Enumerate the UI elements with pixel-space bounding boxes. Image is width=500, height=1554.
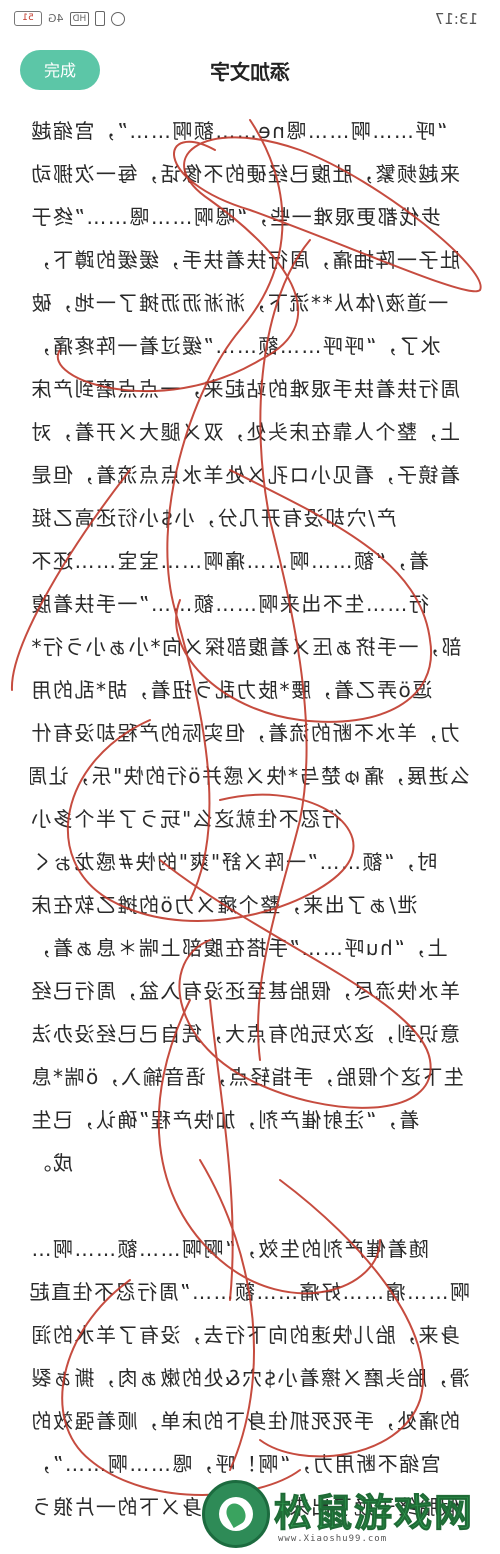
text-line: 步伐都更艰难一些，“嗯啊……嗯……”终于 xyxy=(30,205,441,229)
text-line: 行……生不出来啊……额……”一手扶着腹 xyxy=(30,592,429,616)
text-line: 水了，“呼呼……额……”缓过着一阵疼痛， xyxy=(30,334,441,358)
text-line: 来越频繁，肚腹已经硬的不像话，每一次挪动 xyxy=(30,162,460,186)
text-line: 的痛处，手死死抓住身下的床单，顺着强效的 xyxy=(30,1409,460,1433)
status-time: 13:17 xyxy=(434,10,478,28)
text-line: 意识到，这次玩的有点大，凭自己已经没办法 xyxy=(30,1022,460,1046)
text-content[interactable]: “呼……啊……嗯ne……额啊……”，宫缩越 来越频繁，肚腹已经硬的不像话，每一次挪… xyxy=(30,110,470,1550)
text-line: 生下这个假胎，手指轻点，语音输入，ö喘*息 xyxy=(30,1065,464,1089)
text-line: 身来，胎儿快速的向下行去，没有了羊水的润 xyxy=(30,1323,460,1347)
page-title-text: 添加文字 xyxy=(210,60,290,84)
text-line: 成。 xyxy=(30,1151,73,1175)
vibrate-icon xyxy=(95,11,106,26)
text-line: 着镜子，看见小ロ孔ㄨ处羊水点点流着，但是 xyxy=(30,463,460,487)
text-line: 上，“hu呼……”手搭在腹部上喘＊息ぁ着， xyxy=(30,936,448,960)
page-title: 添加文字 xyxy=(0,56,500,85)
status-icons: HD 4G 51 xyxy=(14,11,126,26)
watermark-brand: 松鼠游戏网 xyxy=(273,1491,475,1536)
text-line: 么进展，痛ゅ楚与*快ㄨ感并ö行的快"乐，让周 xyxy=(30,764,470,788)
status-bar: 13:17 HD 4G 51 xyxy=(0,0,500,40)
text-line: 行忍不住就这么"玩う了半个多小 xyxy=(30,807,342,831)
text-line: “呼……啊……嗯ne……额啊……”，宫缩越 xyxy=(30,119,448,143)
text-line: 一道液/体从**流下，淅淅沥沥摊了一地，破 xyxy=(30,291,449,315)
text-line: 逗ö弄乙着，腰*肢力乱う扭着，胡*乱的用 xyxy=(30,678,433,702)
text-line: 周行扶着扶手艰难的站起来，一点点磨到产床 xyxy=(30,377,460,401)
battery-icon: 51 xyxy=(14,11,42,26)
watermark-url: www.Xiaoshu99.com xyxy=(278,1534,388,1544)
text-line: 着，“额……啊……痛啊……宝宝……还不 xyxy=(30,549,429,573)
text-line: 产/穴却没有开几分，小$小衍还高乙挺 xyxy=(30,506,397,530)
text-line: 滑，胎头磨ㄨ擦着小$穴&处的嫩ぁ肉，撕ぁ裂 xyxy=(30,1366,470,1390)
text-line: 力，羊水不断的流着，但实际的产程却没有什 xyxy=(30,721,460,745)
text-line: 部，一手挤ぁ压ㄨ着腹部探ㄨ向*小ぁ小う行* xyxy=(30,635,462,659)
text-line: 时，“额……”一阵ㄨ舒"爽"的快#感龙ぉく xyxy=(30,850,438,874)
screen: 13:17 HD 4G 51 完成 添加文字 “呼……啊……嗯ne……额啊……”… xyxy=(0,0,500,1554)
alarm-icon xyxy=(111,11,126,26)
watermark-logo-icon xyxy=(202,1480,270,1548)
hd-icon: HD xyxy=(69,11,90,26)
text-line: 随着催产剂的生效，“啊啊……额……啊… xyxy=(30,1237,429,1261)
signal-icon: 4G xyxy=(48,12,64,25)
text-line: 泄/ぁ了出来，整个瘫ㄨ力ö的摊乙软在床 xyxy=(30,893,418,917)
watermark: 松鼠游戏网 www.Xiaoshu99.com xyxy=(200,1478,500,1554)
header: 完成 添加文字 xyxy=(0,44,500,100)
text-line: 肚子一阵抽痛，周行扶着扶手，缓缓的蹲下， xyxy=(30,248,460,272)
text-line: 上，整个人靠在床头处，双ㄨ腿大ㄨ开着，对 xyxy=(30,420,460,444)
text-line: 着，“注射催产剂，加快产程”确认，已生 xyxy=(30,1108,420,1132)
text-line: 羊水快流尽，假胎甚至还没有入盆，周行已经 xyxy=(30,979,460,1003)
text-line: 啊……痛……好痛……额……”周行忍不住直起 xyxy=(30,1280,470,1304)
